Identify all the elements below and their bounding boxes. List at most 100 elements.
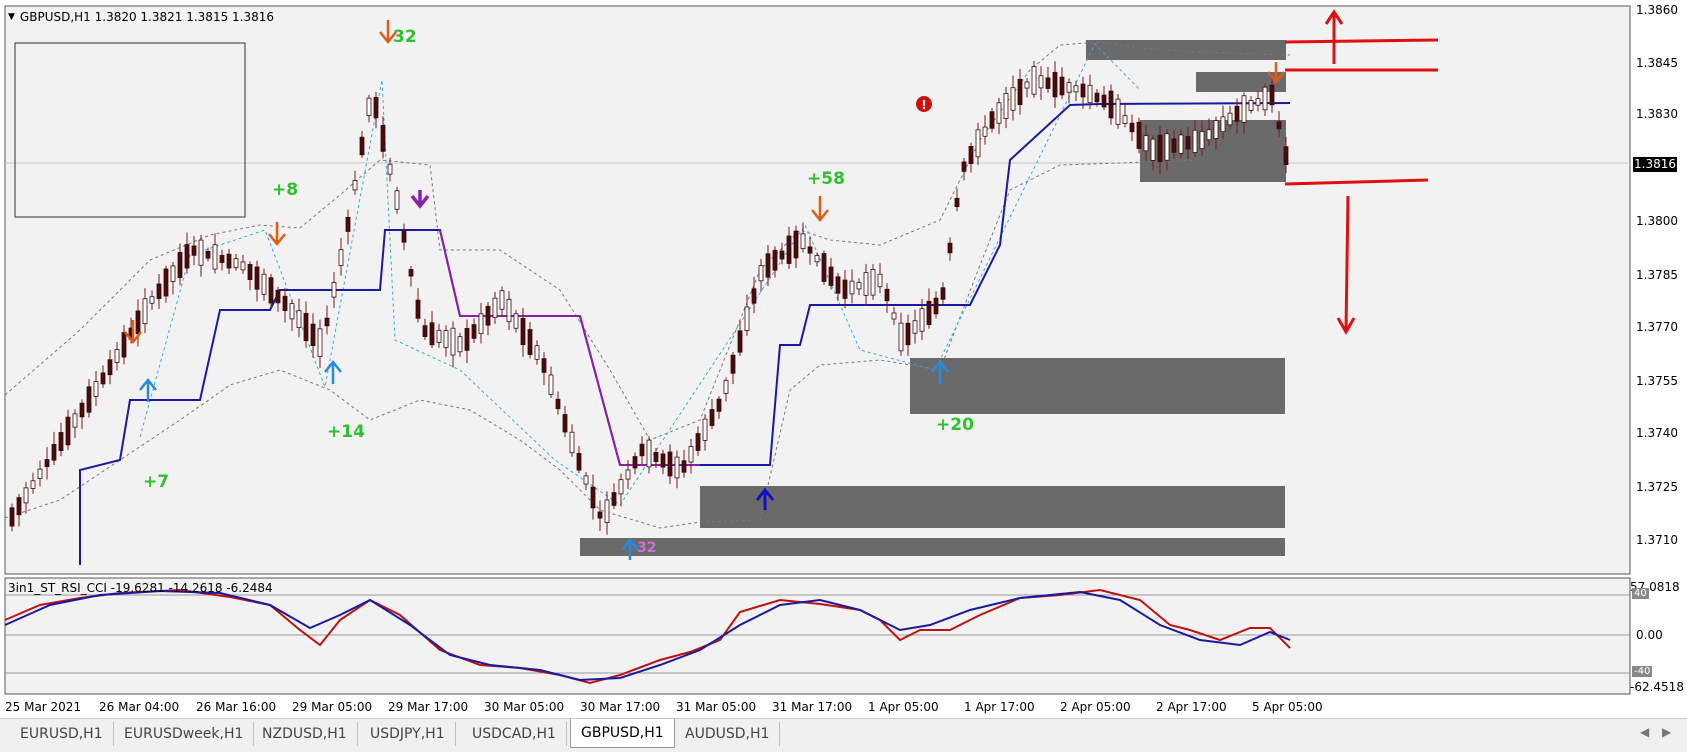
tab-eurusd[interactable]: EURUSD,H1: [10, 722, 114, 746]
candle-body: [191, 245, 197, 256]
candle-body: [240, 261, 246, 271]
candle-body: [100, 372, 106, 385]
candle-body: [415, 299, 421, 319]
candle-body: [730, 354, 736, 374]
candle-body: [681, 460, 687, 473]
pips-annotation: +14: [327, 422, 365, 442]
candle-body: [170, 265, 176, 283]
dropdown-triangle-icon[interactable]: ▼: [8, 12, 15, 22]
candle-body: [1052, 71, 1058, 98]
candle-body: [751, 288, 757, 304]
candle-body: [1010, 87, 1016, 111]
candle-body: [86, 386, 92, 413]
candle-body: [1227, 112, 1233, 126]
candle-body: [1143, 135, 1149, 152]
candle-body: [1241, 95, 1247, 123]
candle-body: [1073, 85, 1079, 93]
chart-tabs: EURUSD,H1 EURUSDweek,H1 NZDUSD,H1 USDJPY…: [0, 718, 1687, 752]
pips-annotation: +8: [272, 180, 299, 200]
time-axis-label: 31 Mar 05:00: [676, 700, 757, 714]
candle-body: [541, 358, 547, 373]
candle-body: [1255, 98, 1261, 106]
candle-body: [65, 416, 71, 446]
candle-body: [401, 230, 407, 243]
candle-body: [534, 345, 540, 360]
candle-body: [912, 320, 918, 334]
resistance-zone-1: [1086, 40, 1286, 60]
candle-body: [1192, 129, 1198, 153]
candle-body: [856, 282, 862, 290]
candle-body: [261, 273, 267, 295]
tab-usdcad[interactable]: USDCAD,H1: [462, 722, 567, 746]
candle-body: [1045, 77, 1051, 89]
candle-body: [317, 328, 323, 358]
scroll-left-icon[interactable]: ◀: [1640, 725, 1649, 739]
candle-body: [142, 298, 148, 325]
candle-body: [870, 269, 876, 296]
candle-body: [1199, 131, 1205, 149]
scroll-right-icon[interactable]: ▶: [1662, 725, 1671, 739]
tab-audusd[interactable]: AUDUSD,H1: [675, 722, 781, 746]
candle-body: [177, 252, 183, 278]
pips-annotation: 32: [637, 540, 657, 556]
candle-body: [79, 402, 85, 418]
candle-body: [520, 317, 526, 346]
candle-body: [772, 249, 778, 271]
demand-zone-1: [910, 358, 1285, 414]
candle-body: [1269, 84, 1275, 106]
candle-body: [275, 289, 281, 304]
tab-nzdusd[interactable]: NZDUSD,H1: [252, 722, 358, 746]
candle-body: [982, 126, 988, 137]
candle-body: [478, 313, 484, 334]
candle-body: [338, 249, 344, 266]
candle-body: [1276, 121, 1282, 130]
candle-body: [688, 446, 694, 463]
symbol-header: GBPUSD,H1 1.3820 1.3821 1.3815 1.3816: [19, 10, 275, 24]
demand-zone-2: [700, 486, 1285, 528]
candle-body: [149, 296, 155, 304]
candle-body: [849, 280, 855, 295]
indicator-header: 3in1_ST_RSI_CCI -19.6281 -14.2618 -6.248…: [8, 581, 273, 595]
candle-body: [506, 298, 512, 323]
candle-body: [1283, 146, 1289, 166]
candle-body: [569, 431, 575, 454]
pips-annotation: +20: [936, 415, 974, 435]
candle-body: [548, 374, 554, 395]
candle-body: [205, 250, 211, 259]
candle-body: [387, 163, 393, 175]
candle-body: [884, 288, 890, 302]
candle-body: [786, 235, 792, 264]
tab-gbpusd[interactable]: GBPUSD,H1: [570, 719, 675, 748]
candle-body: [968, 145, 974, 165]
candle-body: [1017, 78, 1023, 106]
candle-body: [877, 273, 883, 288]
candle-body: [296, 310, 302, 329]
time-axis-label: 31 Mar 17:00: [772, 700, 853, 714]
candle-body: [1080, 83, 1086, 98]
candle-body: [93, 381, 99, 397]
candle-body: [695, 433, 701, 451]
tab-usdjpy[interactable]: USDJPY,H1: [360, 722, 456, 746]
candle-body: [1108, 90, 1114, 119]
price-axis-label: 1.3860: [1636, 3, 1678, 17]
candle-body: [898, 322, 904, 352]
candle-body: [674, 456, 680, 479]
chart-area[interactable]: ! ▼ GBPUSD,H1 1.3820 1.3821 1.3815 1.381…: [0, 0, 1687, 751]
candle-body: [233, 258, 239, 269]
candle-body: [611, 492, 617, 506]
candle-body: [940, 287, 946, 300]
candle-body: [919, 308, 925, 332]
tab-eurusdweek[interactable]: EURUSDweek,H1: [114, 722, 255, 746]
price-axis-label: 1.3740: [1636, 426, 1678, 440]
candle-body: [891, 312, 897, 320]
candle-body: [114, 349, 120, 363]
main-chart-canvas[interactable]: !: [0, 0, 1687, 751]
candle-body: [72, 413, 78, 428]
candle-body: [576, 452, 582, 471]
candle-body: [184, 244, 190, 269]
candle-body: [254, 266, 260, 290]
candle-body: [604, 499, 610, 523]
candle-body: [1157, 134, 1163, 163]
demand-zone-3: [580, 538, 1285, 556]
candle-body: [863, 272, 869, 296]
